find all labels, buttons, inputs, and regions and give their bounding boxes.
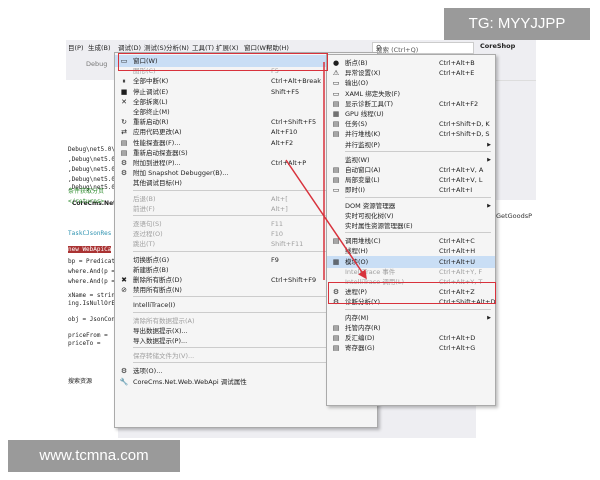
annotation-arrows xyxy=(285,62,367,280)
watermark-bottom: www.tcmna.com xyxy=(8,440,180,472)
visual-studio-window: 目(P) 生成(B) 调试(D) 测试(S) 分析(N) 工具(T) 扩展(X) 窗口(W) 帮… xyxy=(66,40,536,438)
watermark-top: TG: MYYJJPP xyxy=(444,8,590,40)
arrow-to-modules xyxy=(285,159,367,280)
